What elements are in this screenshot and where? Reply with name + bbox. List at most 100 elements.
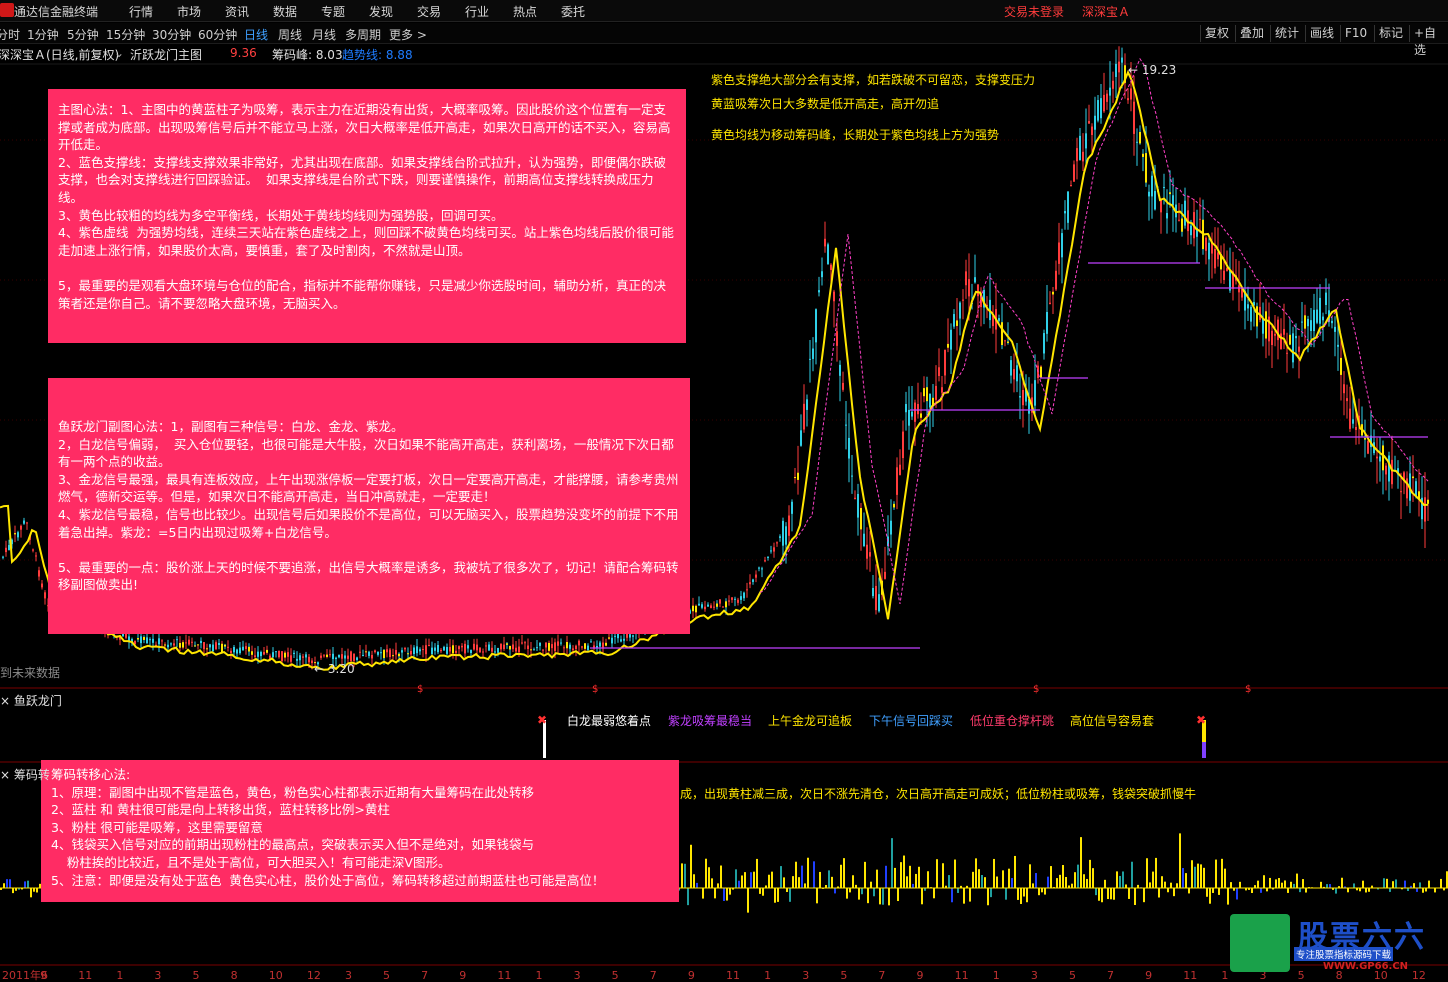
- menu-market[interactable]: 市场: [177, 3, 201, 20]
- candle-body: [611, 637, 613, 644]
- chip-transfer-bar: [1131, 861, 1133, 888]
- candle-body: [929, 393, 931, 408]
- candle-body: [800, 430, 802, 446]
- candle-body: [1103, 94, 1105, 112]
- period-weekly[interactable]: 周线: [278, 26, 302, 43]
- chip-transfer-bar: [921, 888, 923, 905]
- period-15min[interactable]: 15分钟: [106, 26, 145, 43]
- candle-body: [575, 645, 577, 649]
- watermark-url: WWW.GP66.CN: [1323, 961, 1409, 972]
- tool-mark[interactable]: 标记: [1374, 25, 1407, 42]
- period-more[interactable]: 更多 >: [389, 26, 427, 43]
- candle-body: [293, 652, 295, 654]
- period-daily[interactable]: 日线: [244, 26, 268, 43]
- candle-body: [395, 650, 397, 655]
- menu-news[interactable]: 资讯: [225, 3, 249, 20]
- sub2-title[interactable]: × 筹码转: [0, 766, 50, 783]
- candle-body: [197, 644, 199, 646]
- xaxis-tick-label: 11: [1183, 969, 1197, 982]
- candle-body: [164, 644, 166, 646]
- login-status[interactable]: 交易未登录: [1004, 3, 1064, 20]
- candle-body: [710, 605, 712, 609]
- sub1-title[interactable]: × 鱼跃龙门: [0, 692, 62, 709]
- candle-body: [1169, 192, 1171, 195]
- period-1min[interactable]: 1分钟: [27, 26, 59, 43]
- period-intraday[interactable]: 分时: [0, 26, 20, 43]
- tool-f10[interactable]: F10: [1340, 25, 1371, 42]
- current-stock-name[interactable]: 深深宝Ａ: [1082, 3, 1130, 20]
- low-price-label: ← 3.20: [314, 662, 355, 676]
- candle-body: [941, 387, 943, 393]
- candle-body: [257, 651, 259, 657]
- tool-stats[interactable]: 统计: [1270, 25, 1303, 42]
- panel2-line-5: ​: [58, 541, 680, 559]
- period-60min[interactable]: 60分钟: [198, 26, 237, 43]
- candle-body: [902, 431, 904, 459]
- menu-data[interactable]: 数据: [273, 3, 297, 20]
- chip-transfer-bar: [1122, 871, 1124, 888]
- candle-body: [332, 653, 334, 660]
- chip-transfer-bar: [717, 883, 719, 888]
- xaxis-tick-label: 9: [917, 969, 924, 982]
- candle-body: [1208, 242, 1210, 260]
- menu-topics[interactable]: 专题: [321, 3, 345, 20]
- high-price: 19.23: [1141, 63, 1177, 77]
- period-5min[interactable]: 5分钟: [67, 26, 99, 43]
- candle-body: [1289, 334, 1291, 345]
- candle-body: [14, 533, 16, 535]
- signal-marker: $: [1245, 684, 1251, 695]
- chip-transfer-bar: [840, 864, 842, 888]
- candle-body: [1154, 191, 1156, 210]
- candle-body: [419, 649, 421, 652]
- candle-body: [413, 647, 415, 655]
- candle-body: [905, 404, 907, 413]
- candle-body: [527, 645, 529, 649]
- candle-body: [533, 649, 535, 651]
- candle-body: [260, 652, 262, 657]
- period-multi[interactable]: 多周期: [345, 26, 381, 43]
- tool-overlay[interactable]: 叠加: [1235, 25, 1268, 42]
- legend-gold-dragon: 上午金龙可追板: [768, 714, 853, 728]
- chip-transfer-bar: [27, 880, 29, 888]
- chip-transfer-bar: [1269, 877, 1271, 888]
- menu-discover[interactable]: 发现: [369, 3, 393, 20]
- tool-adjust[interactable]: 复权: [1200, 25, 1233, 42]
- candle-body: [485, 645, 487, 647]
- note-purple-support: 紫色支撑绝大部分会有支撑，如若跌破不可留恋，支撑变压力: [711, 73, 1036, 87]
- indicator-stock[interactable]: 深深宝Ａ(日线,前复权): [0, 46, 119, 63]
- candle-body: [1352, 419, 1354, 424]
- candle-body: [422, 649, 424, 651]
- candle-body: [1004, 340, 1006, 342]
- candle-body: [434, 647, 436, 651]
- menu-quotes[interactable]: 行情: [129, 3, 153, 20]
- candle-body: [218, 643, 220, 646]
- tool-draw[interactable]: 画线: [1305, 25, 1338, 42]
- chip-transfer-bar: [1239, 881, 1241, 888]
- indicator-formula[interactable]: 沂跃龙门主图: [130, 46, 202, 63]
- candle-body: [755, 574, 757, 578]
- candle-body: [344, 655, 346, 659]
- candle-body: [380, 652, 382, 654]
- candle-body: [701, 604, 703, 608]
- candle-body: [926, 387, 928, 402]
- chip-transfer-bar: [693, 874, 695, 888]
- period-30min[interactable]: 30分钟: [152, 26, 191, 43]
- candle-body: [791, 501, 793, 514]
- chip-transfer-bar: [1152, 871, 1154, 888]
- candle-body: [242, 646, 244, 651]
- chip-transfer-bar: [702, 888, 704, 899]
- period-monthly[interactable]: 月线: [312, 26, 336, 43]
- candle-body: [923, 388, 925, 397]
- tool-add-watchlist[interactable]: +自选: [1409, 25, 1448, 57]
- menu-trade[interactable]: 交易: [417, 3, 441, 20]
- candle-body: [20, 525, 22, 530]
- chevron-down-icon[interactable]: ⌄: [114, 46, 124, 60]
- menu-hot[interactable]: 热点: [513, 3, 537, 20]
- menu-industry[interactable]: 行业: [465, 3, 489, 20]
- indicator-header: 深深宝Ａ(日线,前复权) ⌄ 沂跃龙门主图 9.36 筹码峰: 8.03 趋势线…: [0, 45, 1448, 63]
- candle-body: [524, 642, 526, 644]
- chip-transfer-bar: [804, 883, 806, 888]
- candle-body: [617, 633, 619, 639]
- menu-orders[interactable]: 委托: [561, 3, 585, 20]
- candle-body: [1367, 440, 1369, 454]
